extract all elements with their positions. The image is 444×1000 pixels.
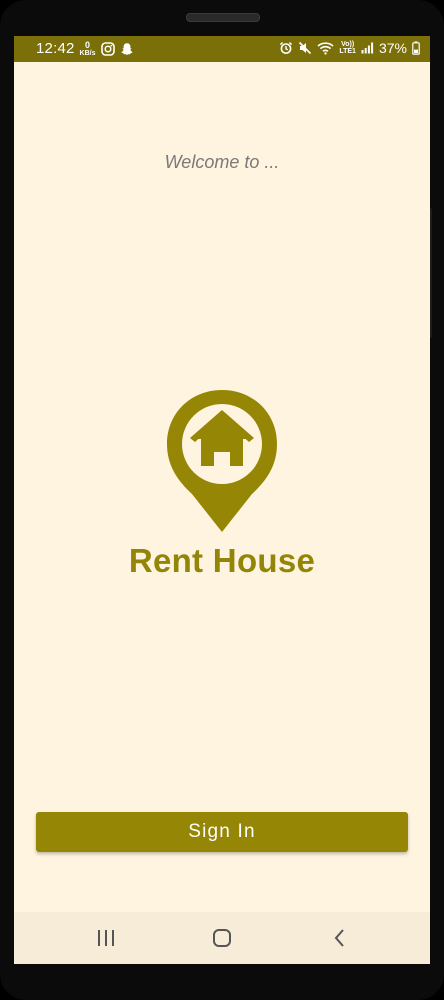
status-right-group: Vo)) LTE1 37% (279, 40, 420, 56)
app-screen: 12:42 0 KB/s Vo)) LTE1 37% Welcome to ..… (14, 36, 430, 964)
signal-icon (361, 42, 374, 54)
battery-icon (412, 41, 420, 55)
volte-icon: Vo)) LTE1 (339, 41, 356, 55)
volte-label: Vo)) (341, 41, 355, 48)
status-left-group: 12:42 0 KB/s (36, 40, 134, 57)
phone-frame: 12:42 0 KB/s Vo)) LTE1 37% Welcome to ..… (0, 0, 444, 1000)
earpiece-speaker (186, 13, 260, 22)
data-rate: 0 KB/s (79, 39, 96, 57)
snapchat-icon (120, 42, 134, 56)
house-location-pin-icon (162, 386, 282, 536)
alarm-icon (279, 41, 293, 55)
wifi-icon (317, 41, 334, 55)
status-bar: 12:42 0 KB/s Vo)) LTE1 37% (14, 36, 430, 62)
status-time: 12:42 (36, 40, 75, 57)
welcome-text: Welcome to ... (164, 152, 280, 172)
back-icon[interactable] (328, 926, 352, 950)
lte-label: LTE1 (339, 48, 356, 55)
recents-icon[interactable] (94, 926, 118, 950)
navigation-bar (14, 912, 430, 964)
data-rate-unit: KB/s (79, 49, 96, 57)
home-icon[interactable] (210, 926, 234, 950)
data-rate-value: 0 (85, 39, 91, 50)
sign-in-button[interactable]: Sign In (36, 812, 408, 852)
app-name: Rent House (128, 542, 316, 579)
instagram-icon (100, 41, 115, 56)
battery-percent: 37% (378, 40, 407, 56)
mute-icon (298, 41, 312, 55)
